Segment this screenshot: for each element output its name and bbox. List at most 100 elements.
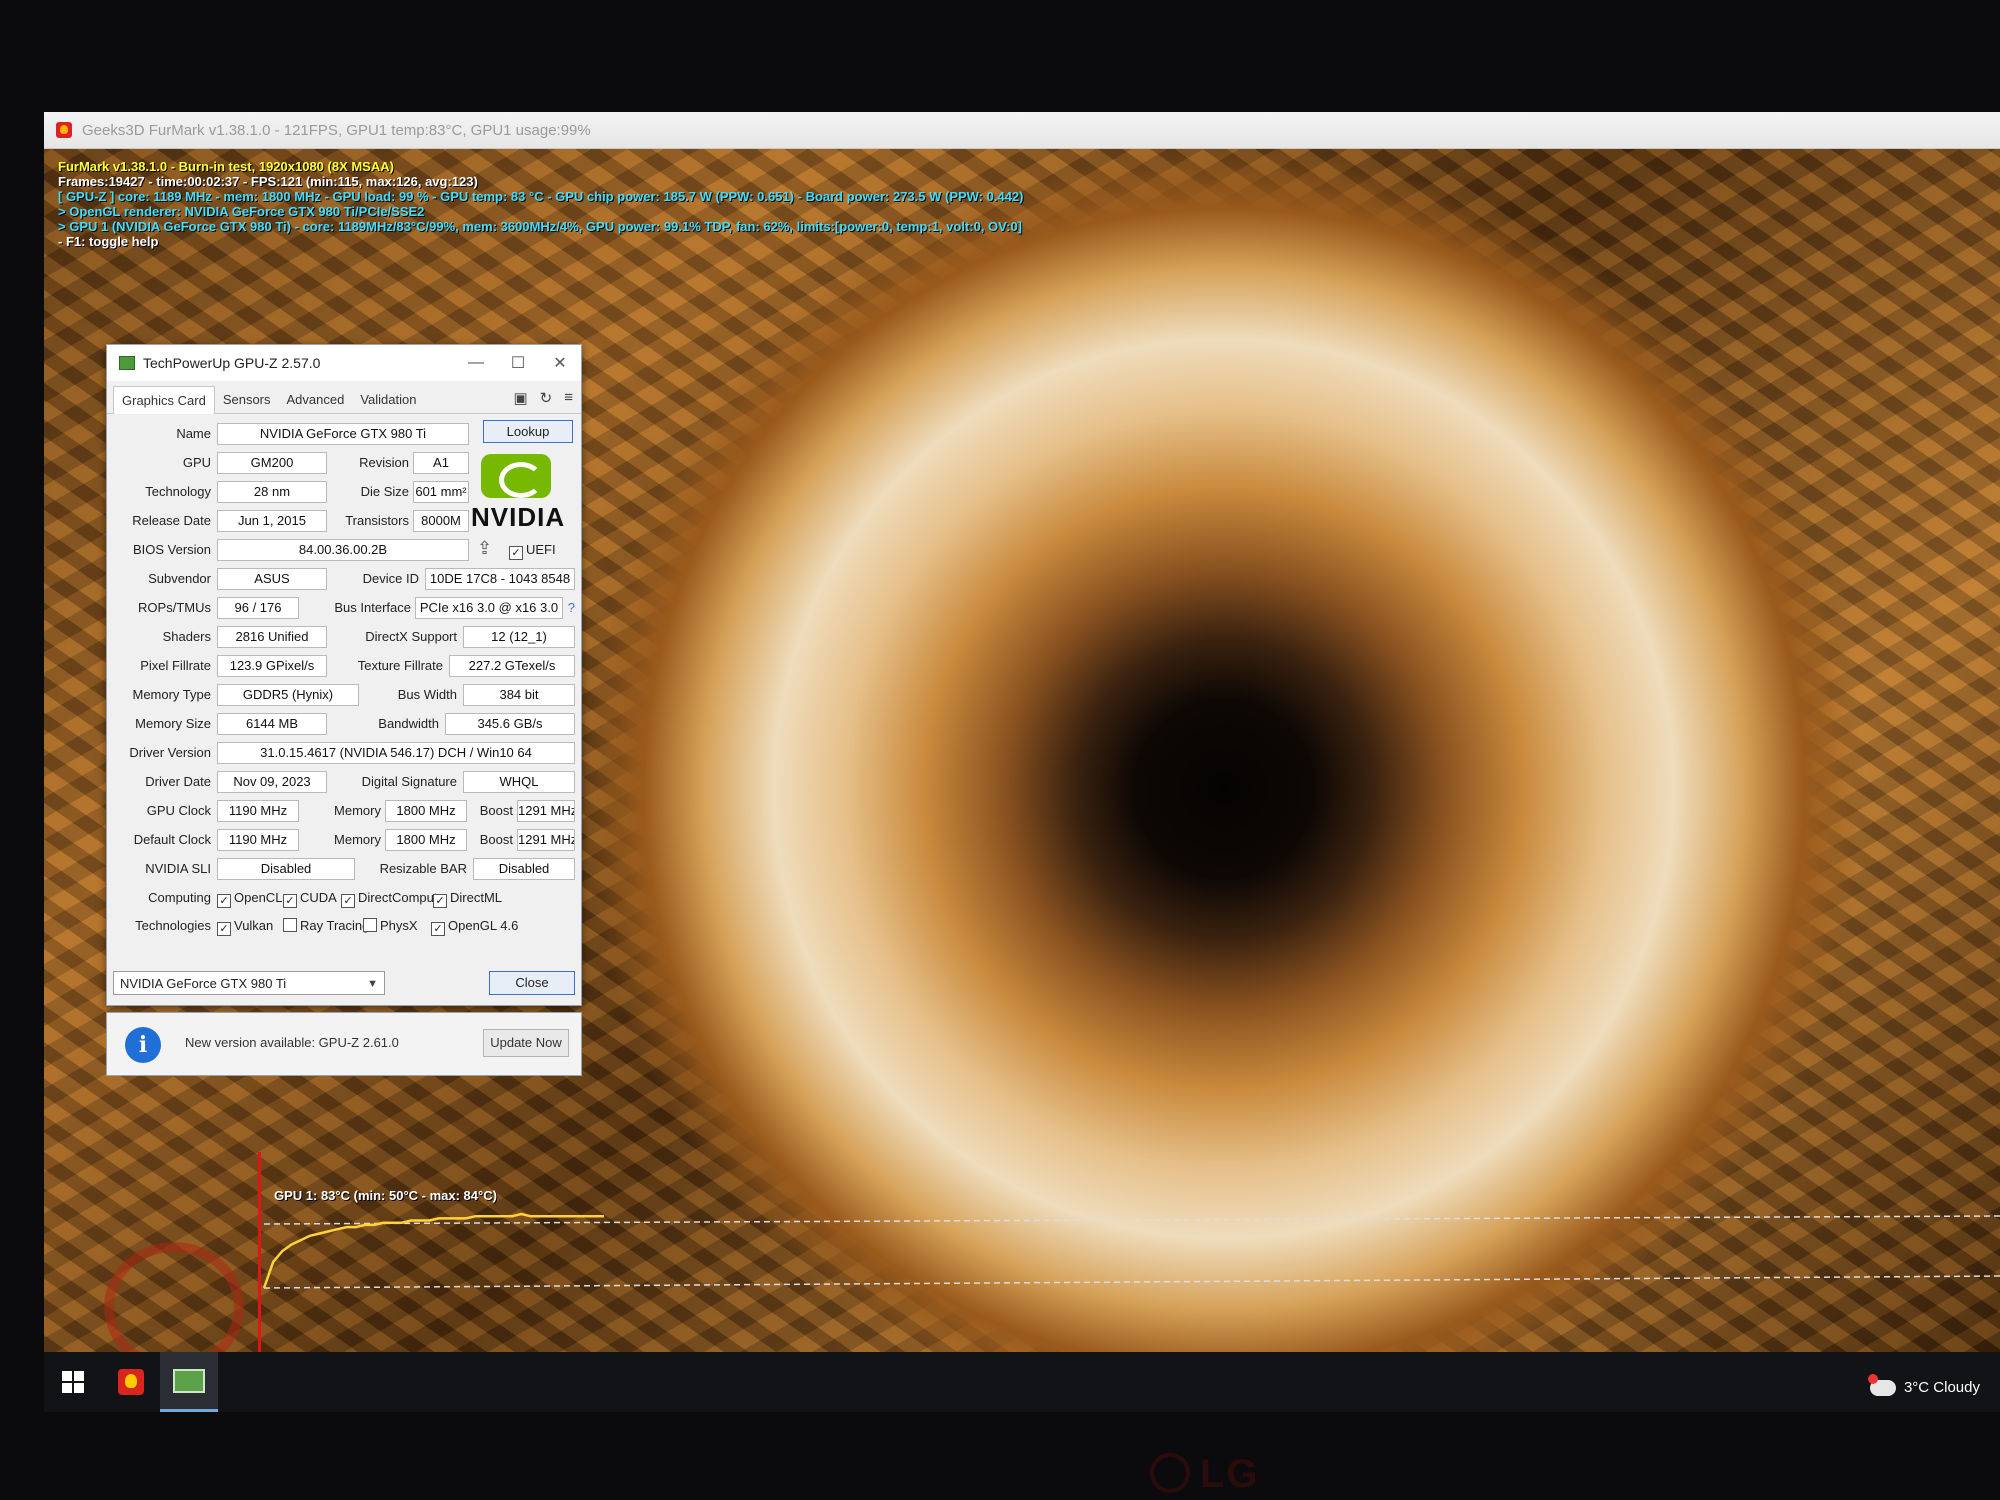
gpu-label: GPU <box>182 455 211 470</box>
checked-box-icon: ✓ <box>217 922 231 936</box>
tab-validation[interactable]: Validation <box>352 386 424 413</box>
rops-tmus-value: 96 / 176 <box>217 597 299 619</box>
gpu-select-dropdown[interactable]: NVIDIA GeForce GTX 980 Ti ▼ <box>113 971 385 995</box>
default-memory-value: 1800 MHz <box>385 829 467 851</box>
temperature-series-line <box>262 1212 604 1289</box>
checkbox-label: OpenCL <box>234 890 283 905</box>
monitor-brand-logo: LG <box>1150 1452 1260 1497</box>
checked-box-icon: ✓ <box>283 894 297 908</box>
gpuz-titlebar[interactable]: TechPowerUp GPU-Z 2.57.0 — ☐ ✕ <box>107 345 581 381</box>
monitor-screen: Geeks3D FurMark v1.38.1.0 - 121FPS, GPU1… <box>44 112 2000 1412</box>
update-now-button[interactable]: Update Now <box>483 1029 569 1057</box>
windows-icon <box>62 1371 84 1393</box>
revision-value: A1 <box>413 452 469 474</box>
share-icon[interactable]: ⇪ <box>477 538 492 559</box>
chevron-down-icon: ▼ <box>367 978 378 990</box>
checked-box-icon: ✓ <box>217 894 231 908</box>
checkbox-cuda: ✓ CUDA <box>283 890 337 908</box>
bandwidth-label: Bandwidth <box>378 716 439 731</box>
graph-min-line <box>263 1275 2000 1289</box>
driver-date-label: Driver Date <box>145 774 211 789</box>
overlay-line: > GPU 1 (NVIDIA GeForce GTX 980 Ti) - co… <box>58 219 1022 234</box>
gpuz-window-title: TechPowerUp GPU-Z 2.57.0 <box>143 355 321 371</box>
gpuz-app-icon <box>119 356 135 370</box>
refresh-icon[interactable]: ↻ <box>540 389 553 407</box>
resizable-bar-value: Disabled <box>473 858 575 880</box>
checkbox-label: PhysX <box>380 918 418 933</box>
unchecked-box-icon <box>363 918 377 932</box>
checkbox-label: OpenGL 4.6 <box>448 918 519 933</box>
checkbox-directml: ✓ DirectML <box>433 890 502 908</box>
gpu-value: GM200 <box>217 452 327 474</box>
temperature-graph-svg <box>262 1212 2000 1289</box>
pixel-fillrate-value: 123.9 GPixel/s <box>217 655 327 677</box>
gpu-clock-label: GPU Clock <box>146 803 211 818</box>
bus-help-icon[interactable]: ? <box>563 600 575 615</box>
weather-widget[interactable]: 3°C Cloudy <box>1867 1373 1980 1396</box>
maximize-icon[interactable]: ☐ <box>497 353 539 373</box>
digital-signature-label: Digital Signature <box>361 774 457 789</box>
overlay-line: - F1: toggle help <box>58 234 159 249</box>
bandwidth-value: 345.6 GB/s <box>445 713 575 735</box>
rops-tmus-label: ROPs/TMUs <box>138 600 211 615</box>
start-button[interactable] <box>44 1352 102 1412</box>
device-id-label: Device ID <box>362 571 419 586</box>
driver-date-value: Nov 09, 2023 <box>217 771 327 793</box>
memory-size-value: 6144 MB <box>217 713 327 735</box>
boost-value: 1291 MHz <box>517 800 575 822</box>
furmark-overlay-text: FurMark v1.38.1.0 - Burn-in test, 1920x1… <box>58 159 1024 249</box>
texture-fillrate-label: Texture Fillrate <box>357 658 443 673</box>
menu-icon[interactable]: ≡ <box>564 389 573 407</box>
update-notice: i New version available: GPU-Z 2.61.0 Up… <box>106 1012 582 1076</box>
bus-interface-label: Bus Interface <box>334 600 411 615</box>
close-icon[interactable]: ✕ <box>539 353 581 373</box>
release-date-value: Jun 1, 2015 <box>217 510 327 532</box>
checkbox-directcompute: ✓ DirectCompute <box>341 890 445 908</box>
update-message: New version available: GPU-Z 2.61.0 <box>185 1035 399 1050</box>
checkbox-label: DirectML <box>450 890 503 905</box>
tab-graphics-card[interactable]: Graphics Card <box>113 386 215 414</box>
gpu-clock-value: 1190 MHz <box>217 800 299 822</box>
overlay-line: > OpenGL renderer: NVIDIA GeForce GTX 98… <box>58 204 425 219</box>
memory-type-value: GDDR5 (Hynix) <box>217 684 359 706</box>
tab-sensors[interactable]: Sensors <box>215 386 279 413</box>
checkbox-physx: PhysX <box>363 918 418 933</box>
checked-box-icon: ✓ <box>341 894 355 908</box>
furmark-icon <box>118 1369 144 1395</box>
memory-clock-label: Memory <box>334 803 381 818</box>
furmark-window-title: Geeks3D FurMark v1.38.1.0 - 121FPS, GPU1… <box>82 121 591 139</box>
gpuz-icon <box>173 1368 205 1393</box>
lg-circle-icon <box>1150 1453 1190 1493</box>
furmark-titlebar[interactable]: Geeks3D FurMark v1.38.1.0 - 121FPS, GPU1… <box>44 112 2000 149</box>
taskbar: 3°C Cloudy <box>44 1352 2000 1412</box>
default-clock-label: Default Clock <box>133 832 211 847</box>
selected-gpu: NVIDIA GeForce GTX 980 Ti <box>120 976 287 991</box>
weather-text: 3°C Cloudy <box>1903 1379 1980 1396</box>
close-button[interactable]: Close <box>489 971 575 995</box>
driver-version-value: 31.0.15.4617 (NVIDIA 546.17) DCH / Win10… <box>217 742 575 764</box>
checkbox-label: CUDA <box>300 890 337 905</box>
camera-icon[interactable]: ▣ <box>513 389 527 407</box>
taskbar-gpuz[interactable] <box>160 1352 218 1412</box>
checkbox-opengl-4-6: ✓ OpenGL 4.6 <box>431 918 518 936</box>
graphics-card-panel: NVIDIA Name NVIDIA GeForce GTX 980 Ti Lo… <box>107 414 581 940</box>
lookup-button[interactable]: Lookup <box>483 420 573 443</box>
checkbox-opencl: ✓ OpenCL <box>217 890 282 908</box>
taskbar-furmark[interactable] <box>102 1352 160 1412</box>
overlay-line: FurMark v1.38.1.0 - Burn-in test, 1920x1… <box>58 159 394 174</box>
bus-width-value: 384 bit <box>463 684 575 706</box>
release-date-label: Release Date <box>132 513 211 528</box>
info-icon: i <box>125 1027 161 1063</box>
tab-advanced[interactable]: Advanced <box>279 386 353 413</box>
technologies-label: Technologies <box>135 918 211 933</box>
checkbox-label: Ray Tracing <box>300 918 370 933</box>
technology-label: Technology <box>145 484 211 499</box>
cloud-icon <box>1867 1373 1896 1396</box>
uefi-checkbox: ✓ UEFI <box>509 542 556 560</box>
directx-label: DirectX Support <box>365 629 457 644</box>
default-boost-label: Boost <box>479 832 513 847</box>
transistors-value: 8000M <box>413 510 469 532</box>
checkbox-icon: ✓ <box>509 546 523 560</box>
minimize-icon[interactable]: — <box>455 354 497 372</box>
bus-interface-value: PCIe x16 3.0 @ x16 3.0 <box>415 597 563 619</box>
